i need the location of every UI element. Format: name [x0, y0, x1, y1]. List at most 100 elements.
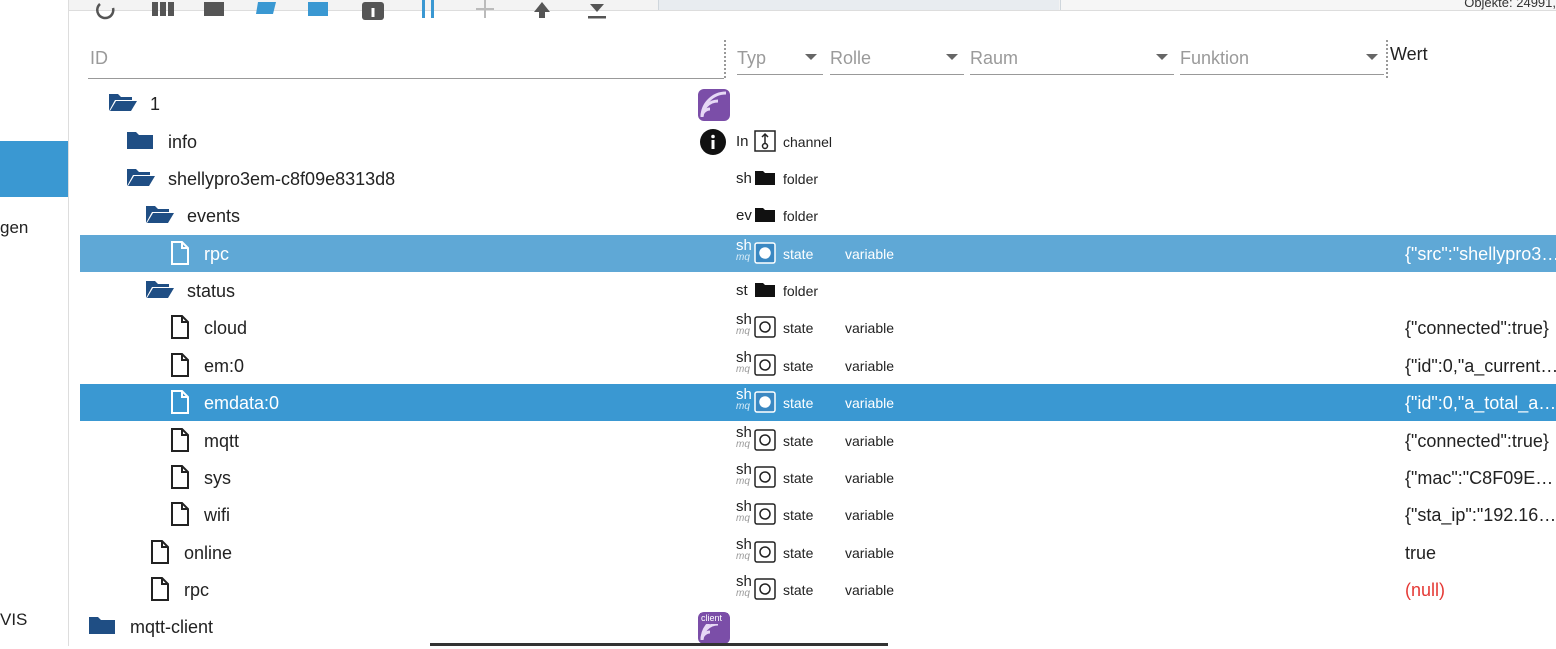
table-row[interactable]: mqtt sh mq state variable {"connected":true} — [80, 422, 1556, 459]
id-filter-input[interactable]: ID — [88, 36, 724, 79]
row-abbreviation: sh mq — [736, 349, 752, 375]
folder-icon[interactable] — [126, 129, 154, 156]
row-name[interactable]: shellypro3em-c8f09e8313d8 — [168, 169, 395, 190]
row-name[interactable]: sys — [204, 468, 231, 489]
row-name[interactable]: mqtt — [204, 431, 239, 452]
info-circle-icon — [700, 129, 726, 160]
add-icon[interactable] — [476, 0, 494, 20]
row-name[interactable]: events — [187, 206, 240, 227]
column-resizer[interactable] — [1386, 40, 1388, 78]
row-name[interactable]: status — [187, 281, 235, 302]
file-icon[interactable] — [170, 390, 190, 419]
row-name[interactable]: em:0 — [204, 356, 244, 377]
type-cell: state — [783, 358, 814, 374]
row-abbreviation: sh mq — [736, 424, 752, 450]
rolle-filter-select[interactable]: Rolle — [830, 36, 964, 75]
role-cell: variable — [845, 395, 895, 411]
folder-icon[interactable] — [88, 614, 116, 641]
state-icon — [754, 242, 776, 264]
type-cell: state — [783, 395, 814, 411]
table-row[interactable]: cloud sh mq state variable {"connected":true} — [80, 309, 1556, 346]
columns-icon[interactable] — [152, 2, 174, 18]
table-row[interactable]: events ev folder — [80, 197, 1556, 234]
refresh-icon[interactable] — [96, 0, 118, 20]
file-icon[interactable] — [170, 241, 190, 270]
upload-icon[interactable] — [532, 0, 552, 20]
table-row[interactable]: info In channel — [80, 123, 1556, 160]
value-cell[interactable]: (null) — [1405, 580, 1445, 601]
file-icon[interactable] — [170, 315, 190, 344]
table-row[interactable]: rpc sh mq state variable {"src":"shellypro3… — [80, 235, 1556, 272]
folder-open-icon[interactable] — [256, 0, 278, 18]
row-name[interactable]: online — [184, 543, 232, 564]
table-row[interactable]: emdata:0 sh mq state variable {"id":0,"a_tota… — [80, 384, 1556, 421]
file-icon[interactable] — [170, 353, 190, 382]
table-row[interactable]: rpc sh mq state variable (null) — [80, 571, 1556, 608]
list-icon[interactable] — [204, 2, 224, 18]
row-abbreviation: sh mq — [736, 498, 752, 524]
expand-icon[interactable] — [420, 0, 438, 20]
info-icon[interactable] — [362, 2, 384, 22]
raum-filter-select[interactable]: Raum — [970, 36, 1174, 75]
row-abbreviation: In — [736, 133, 749, 150]
type-cell: state — [783, 582, 814, 598]
type-cell: channel — [783, 134, 833, 150]
role-cell: variable — [845, 320, 895, 336]
table-row[interactable]: 1 — [80, 85, 1556, 122]
state-icon — [754, 391, 776, 413]
row-name[interactable]: 1 — [150, 94, 160, 115]
row-name[interactable]: rpc — [184, 580, 209, 601]
sidebar-item-active[interactable] — [0, 141, 68, 197]
funktion-filter-select[interactable]: Funktion — [1180, 36, 1384, 75]
file-icon[interactable] — [170, 502, 190, 531]
file-icon[interactable] — [170, 428, 190, 457]
value-cell[interactable]: {"src":"shellypro3… — [1405, 244, 1556, 265]
sidebar-item-label[interactable]: VIS — [0, 610, 27, 630]
table-row[interactable]: status st folder — [80, 272, 1556, 309]
row-name[interactable]: mqtt-client — [130, 617, 213, 638]
table-row[interactable]: sys sh mq state variable {"mac":"C8F09E… — [80, 459, 1556, 496]
value-cell[interactable]: {"id":0,"a_total_a… — [1405, 393, 1556, 414]
row-name[interactable]: wifi — [204, 505, 230, 526]
folder-open-icon[interactable] — [126, 166, 156, 193]
file-icon[interactable] — [170, 465, 190, 494]
value-cell[interactable]: {"connected":true} — [1405, 318, 1549, 339]
typ-filter-label: Typ — [737, 48, 767, 68]
table-row[interactable]: wifi sh mq state variable {"sta_ip":"192.16… — [80, 496, 1556, 533]
download-icon[interactable] — [586, 0, 608, 20]
folder-open-icon[interactable] — [145, 203, 175, 230]
table-row[interactable]: shellypro3em-c8f09e8313d8 sh folder — [80, 160, 1556, 197]
table-row[interactable]: em:0 sh mq state variable {"id":0,"a_current… — [80, 347, 1556, 384]
value-cell[interactable]: {"sta_ip":"192.16… — [1405, 505, 1556, 526]
value-cell[interactable]: {"mac":"C8F09E… — [1405, 468, 1553, 489]
folder-icon[interactable] — [308, 2, 328, 18]
file-icon[interactable] — [150, 540, 170, 569]
table-row[interactable]: mqtt-client client — [80, 608, 1556, 645]
row-name[interactable]: cloud — [204, 318, 247, 339]
state-icon — [754, 578, 776, 600]
state-icon — [754, 429, 776, 451]
row-name[interactable]: info — [168, 132, 197, 153]
row-abbreviation: sh mq — [736, 311, 752, 337]
row-name[interactable]: rpc — [204, 244, 229, 265]
role-cell: variable — [845, 433, 895, 449]
value-cell[interactable]: {"connected":true} — [1405, 431, 1549, 452]
folder-open-icon[interactable] — [145, 278, 175, 305]
sidebar-item-label[interactable]: gen — [0, 218, 28, 238]
object-count: Objekte: 24991, — [1464, 0, 1556, 10]
state-icon — [754, 503, 776, 525]
column-resizer[interactable] — [724, 40, 726, 78]
value-cell[interactable]: {"id":0,"a_current… — [1405, 356, 1556, 377]
table-row[interactable]: online sh mq state variable true — [80, 534, 1556, 571]
type-cell: folder — [783, 171, 819, 187]
folder-open-icon[interactable] — [108, 91, 138, 118]
value-cell[interactable]: true — [1405, 543, 1436, 564]
row-abbreviation: sh mq — [736, 386, 752, 412]
file-icon[interactable] — [150, 577, 170, 606]
row-name[interactable]: emdata:0 — [204, 393, 279, 414]
row-abbreviation: st — [736, 282, 748, 299]
typ-filter-select[interactable]: Typ — [737, 36, 823, 75]
chevron-down-icon — [1366, 54, 1378, 60]
type-cell: state — [783, 433, 814, 449]
role-cell: variable — [845, 545, 895, 561]
